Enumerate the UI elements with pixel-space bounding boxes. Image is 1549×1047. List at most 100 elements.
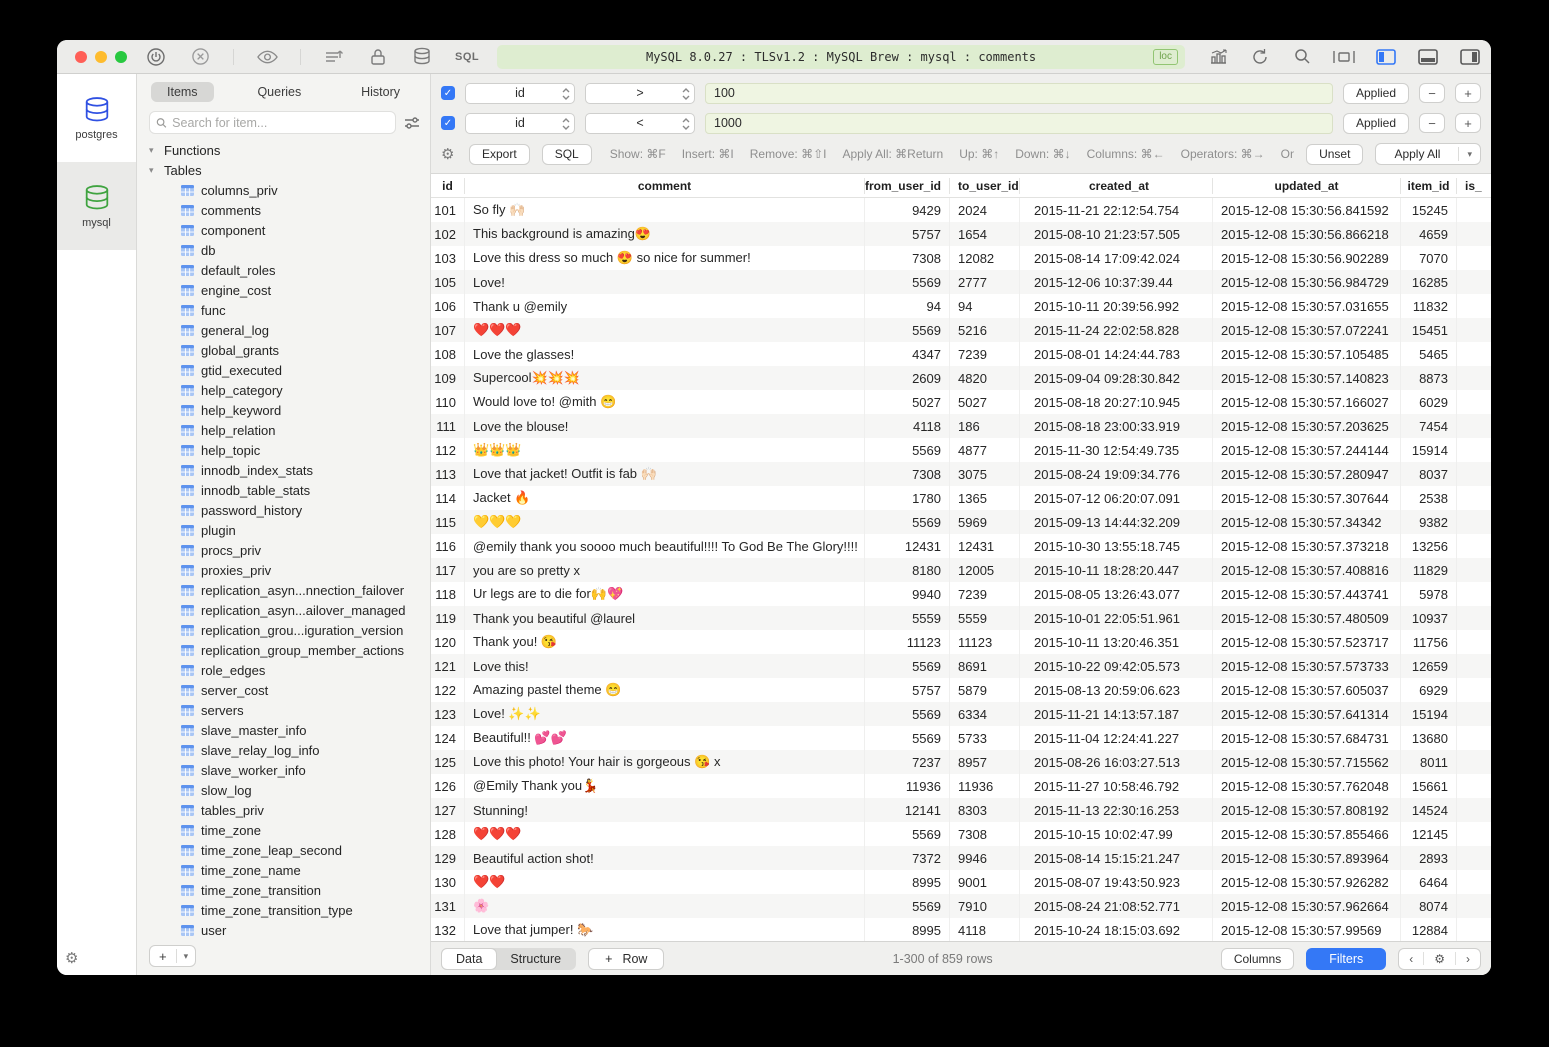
table-row[interactable]: 102This background is amazing😍5757165420… [431,222,1491,246]
unset-button[interactable]: Unset [1306,144,1363,165]
column-header-updated_at[interactable]: updated_at [1213,178,1401,194]
chart-icon[interactable] [1207,46,1229,68]
disconnect-icon[interactable] [189,46,211,68]
add-filter-button[interactable]: + [1455,83,1481,103]
connection-icon[interactable] [145,46,167,68]
search-input[interactable] [172,116,389,130]
table-row[interactable]: 126@Emily Thank you💃11936119362015-11-27… [431,774,1491,798]
sidebar-item-table[interactable]: slow_log [137,780,430,800]
column-header-from_user_id[interactable]: from_user_id [865,178,950,194]
sidebar-item-table[interactable]: replication_asyn...ailover_managed [137,600,430,620]
table-row[interactable]: 106Thank u @emily94942015-10-11 20:39:56… [431,294,1491,318]
column-width-icon[interactable] [1333,46,1355,68]
table-row[interactable]: 118Ur legs are to die for🙌💖994072392015-… [431,582,1491,606]
log-icon[interactable] [323,46,345,68]
sidebar-item-table[interactable]: comments [137,200,430,220]
filter-enabled-checkbox[interactable]: ✓ [441,116,455,130]
sql-button[interactable]: SQL [542,144,592,165]
apply-all-button[interactable]: Apply All ▾ [1375,143,1481,165]
add-filter-button[interactable]: + [1455,113,1481,133]
filter-settings-gear-icon[interactable]: ⚙ [441,145,457,163]
filter-sliders-icon[interactable] [404,116,420,130]
sidebar-item-table[interactable]: general_log [137,320,430,340]
sidebar-item-table[interactable]: replication_asyn...nnection_failover [137,580,430,600]
database-icon[interactable] [411,46,433,68]
sidebar-item-table[interactable]: columns_priv [137,180,430,200]
sidebar-item-table[interactable]: engine_cost [137,280,430,300]
settings-gear-icon[interactable]: ⚙ [65,949,78,967]
sidebar-item-table[interactable]: user [137,920,430,940]
tab-items[interactable]: Items [151,82,214,102]
table-row[interactable]: 132Love that jumper! 🐎899541182015-10-24… [431,918,1491,941]
filters-button[interactable]: Filters [1306,948,1386,970]
table-row[interactable]: 112👑👑👑556948772015-11-30 12:54:49.735201… [431,438,1491,462]
table-row[interactable]: 120Thank you! 😘11123111232015-10-11 13:2… [431,630,1491,654]
next-page-button[interactable]: › [1456,952,1480,966]
sidebar-item-table[interactable]: time_zone_leap_second [137,840,430,860]
sidebar-item-table[interactable]: server_cost [137,680,430,700]
filter-value-input[interactable] [705,83,1333,104]
refresh-icon[interactable] [1249,46,1271,68]
sidebar-item-table[interactable]: help_keyword [137,400,430,420]
tab-data[interactable]: Data [442,949,496,969]
toggle-left-panel-icon[interactable] [1375,46,1397,68]
sidebar-item-table[interactable]: time_zone_transition [137,880,430,900]
item-search[interactable] [149,111,396,134]
tab-queries[interactable]: Queries [241,82,317,102]
tab-structure[interactable]: Structure [496,949,575,969]
connection-mysql[interactable]: mysql [57,162,136,250]
group-tables[interactable]: ▾ Tables [137,160,430,180]
table-row[interactable]: 101So fly 🙌🏻942920242015-11-21 22:12:54.… [431,198,1491,222]
table-row[interactable]: 111Love the blouse!41181862015-08-18 23:… [431,414,1491,438]
table-row[interactable]: 123Love! ✨✨556963342015-11-21 14:13:57.1… [431,702,1491,726]
table-row[interactable]: 109Supercool💥💥💥260948202015-09-04 09:28:… [431,366,1491,390]
table-row[interactable]: 107❤️❤️❤️556952162015-11-24 22:02:58.828… [431,318,1491,342]
filter-field-select[interactable]: id [465,83,575,104]
table-row[interactable]: 127Stunning!1214183032015-11-13 22:30:16… [431,798,1491,822]
sidebar-item-table[interactable]: password_history [137,500,430,520]
table-row[interactable]: 121Love this!556986912015-10-22 09:42:05… [431,654,1491,678]
group-functions[interactable]: ▾ Functions [137,140,430,160]
filter-value-input[interactable] [705,113,1333,134]
sidebar-item-table[interactable]: global_grants [137,340,430,360]
sidebar-item-table[interactable]: role_edges [137,660,430,680]
sidebar-item-table[interactable]: default_roles [137,260,430,280]
column-header-created_at[interactable]: created_at [1020,178,1213,194]
sidebar-item-table[interactable]: help_topic [137,440,430,460]
table-row[interactable]: 129Beautiful action shot!737299462015-08… [431,846,1491,870]
add-row-button[interactable]: + Row [588,948,664,970]
sidebar-item-table[interactable]: time_zone_transition_type [137,900,430,920]
toggle-bottom-panel-icon[interactable] [1417,46,1439,68]
table-row[interactable]: 105Love!556927772015-12-06 10:37:39.4420… [431,270,1491,294]
minimize-window-button[interactable] [95,51,107,63]
table-row[interactable]: 114Jacket 🔥178013652015-07-12 06:20:07.0… [431,486,1491,510]
sidebar-item-table[interactable]: gtid_executed [137,360,430,380]
zoom-window-button[interactable] [115,51,127,63]
sidebar-item-table[interactable]: procs_priv [137,540,430,560]
column-header-is_[interactable]: is_ [1457,178,1491,194]
column-header-item_id[interactable]: item_id [1401,178,1457,194]
tab-history[interactable]: History [345,82,416,102]
remove-filter-button[interactable]: − [1419,83,1445,103]
sidebar-item-table[interactable]: func [137,300,430,320]
filter-operator-select[interactable]: > [585,83,695,104]
table-row[interactable]: 124Beautiful!! 💕💕556957332015-11-04 12:2… [431,726,1491,750]
table-row[interactable]: 113Love that jacket! Outfit is fab 🙌🏻730… [431,462,1491,486]
filter-enabled-checkbox[interactable]: ✓ [441,86,455,100]
export-button[interactable]: Export [469,144,530,165]
table-row[interactable]: 117you are so pretty x8180120052015-10-1… [431,558,1491,582]
table-row[interactable]: 108Love the glasses!434772392015-08-01 1… [431,342,1491,366]
eye-icon[interactable] [256,46,278,68]
applied-button[interactable]: Applied [1343,113,1409,134]
sidebar-item-table[interactable]: tables_priv [137,800,430,820]
table-row[interactable]: 116@emily thank you soooo much beautiful… [431,534,1491,558]
sidebar-item-table[interactable]: innodb_table_stats [137,480,430,500]
table-row[interactable]: 103Love this dress so much 😍 so nice for… [431,246,1491,270]
prev-page-button[interactable]: ‹ [1399,952,1423,966]
sidebar-item-table[interactable]: db [137,240,430,260]
table-row[interactable]: 130❤️❤️899590012015-08-07 19:43:50.92320… [431,870,1491,894]
lock-icon[interactable] [367,46,389,68]
table-row[interactable]: 115💛💛💛556959692015-09-13 14:44:32.209201… [431,510,1491,534]
sidebar-item-table[interactable]: time_zone [137,820,430,840]
toggle-right-panel-icon[interactable] [1459,46,1481,68]
